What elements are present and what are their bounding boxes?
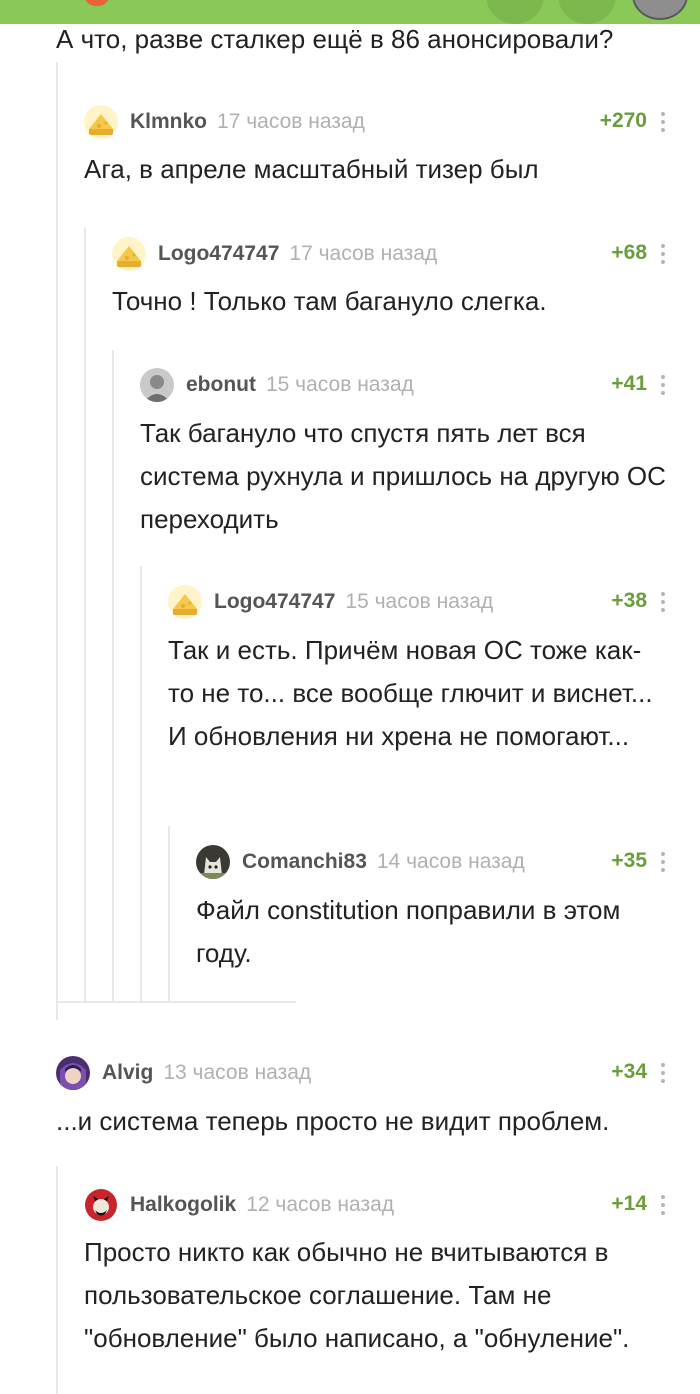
comment-time[interactable]: 15 часов назад — [345, 590, 493, 614]
cheese-avatar[interactable] — [84, 105, 118, 139]
comment-time[interactable]: 17 часов назад — [289, 242, 437, 266]
comment-score: +270 — [599, 109, 647, 132]
comment-header: Alvig 13 часов назад — [56, 1056, 311, 1090]
thread-line[interactable] — [84, 228, 86, 1002]
comment-header: Logo474747 17 часов назад — [112, 237, 437, 271]
thread-line[interactable] — [168, 826, 170, 1002]
cheese-avatar[interactable] — [168, 585, 202, 619]
comment-author[interactable]: Logo474747 — [214, 590, 335, 614]
comment-header: Klmnko 17 часов назад — [84, 105, 365, 139]
comment-author[interactable]: Comanchi83 — [242, 850, 367, 874]
comment-header: Halkogolik 12 часов назад — [84, 1188, 394, 1222]
comment-text: А что, разве сталкер ещё в 86 анонсирова… — [56, 24, 614, 54]
comment-score: +34 — [611, 1060, 647, 1083]
cheese-avatar[interactable] — [112, 237, 146, 271]
comment-time[interactable]: 14 часов назад — [377, 850, 525, 874]
comment-header: ebonut 15 часов назад — [140, 368, 414, 402]
photo-avatar[interactable] — [140, 368, 174, 402]
comment-text: Так баганулo что спустя пять лет вся сис… — [140, 418, 666, 534]
notification-indicator[interactable] — [84, 0, 110, 6]
thread-line[interactable] — [112, 350, 114, 1002]
comment-text: Точно ! Только там багануло слегка. — [112, 286, 547, 316]
more-icon[interactable] — [656, 1193, 670, 1217]
comment-score: +35 — [611, 849, 647, 872]
comment-author[interactable]: Logo474747 — [158, 242, 279, 266]
thread-end-line — [56, 1001, 296, 1003]
comment-time[interactable]: 12 часов назад — [246, 1193, 394, 1217]
comment-time[interactable]: 13 часов назад — [163, 1061, 311, 1085]
cat-avatar[interactable] — [196, 845, 230, 879]
thread-line[interactable] — [56, 1166, 58, 1394]
comment-score: +41 — [611, 372, 647, 395]
comment-author[interactable]: Halkogolik — [130, 1193, 236, 1217]
comment-author[interactable]: Klmnko — [130, 110, 207, 134]
comment-score: +14 — [611, 1192, 647, 1215]
thread-line[interactable] — [140, 566, 142, 1002]
comment-text: Просто никто как обычно не вчитываются в… — [84, 1237, 630, 1353]
comment-time[interactable]: 15 часов назад — [266, 373, 414, 397]
comment-score: +38 — [611, 589, 647, 612]
comment-header: Comanchi83 14 часов назад — [196, 845, 525, 879]
comment-text: ...и система теперь просто не видит проб… — [56, 1106, 610, 1136]
more-icon[interactable] — [656, 373, 670, 397]
user-avatar[interactable] — [632, 0, 688, 20]
comment-score: +68 — [611, 241, 647, 264]
more-icon[interactable] — [656, 850, 670, 874]
comment-time[interactable]: 17 часов назад — [217, 110, 365, 134]
comment-header: Logo474747 15 часов назад — [168, 585, 493, 619]
devil-avatar[interactable] — [84, 1188, 118, 1222]
comment-text: Файл constitution поправили в этом году. — [196, 895, 621, 968]
comment-text: Ага, в апреле масштабный тизер был — [84, 154, 539, 184]
anime-avatar[interactable] — [56, 1056, 90, 1090]
thread-line[interactable] — [56, 62, 58, 1020]
more-icon[interactable] — [656, 110, 670, 134]
more-icon[interactable] — [656, 242, 670, 266]
more-icon[interactable] — [656, 1061, 670, 1085]
more-icon[interactable] — [656, 590, 670, 614]
comment-author[interactable]: ebonut — [186, 373, 256, 397]
comment-text: Так и есть. Причём новая ОС тоже как-то … — [168, 635, 653, 751]
comment-author[interactable]: Alvig — [102, 1061, 153, 1085]
